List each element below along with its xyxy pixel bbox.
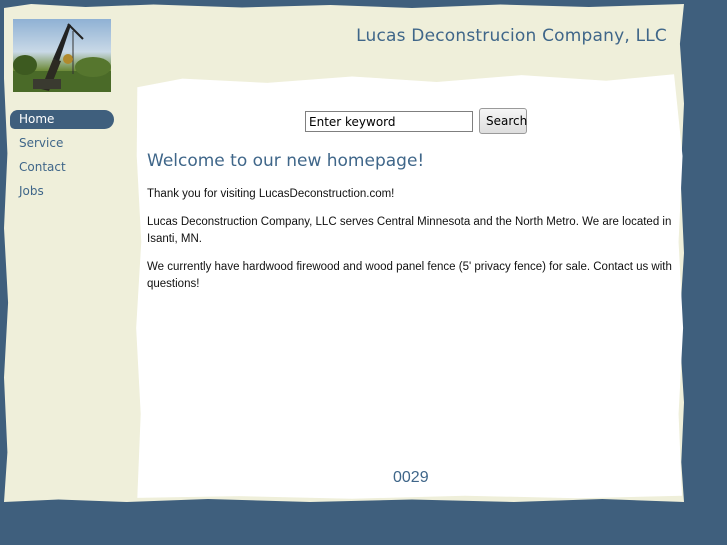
sidebar-nav: Home Service Contact Jobs: [10, 110, 114, 206]
search-input[interactable]: [305, 111, 473, 132]
site-title: Lucas Deconstrucion Company, LLC: [356, 26, 667, 46]
products-paragraph: We currently have hardwood firewood and …: [147, 261, 672, 290]
nav-item-home[interactable]: Home: [10, 110, 114, 129]
service-area-paragraph: Lucas Deconstruction Company, LLC serves…: [147, 216, 672, 245]
search-button[interactable]: Search: [479, 108, 527, 134]
page-heading: Welcome to our new homepage!: [147, 151, 425, 171]
crane-photo-icon: [13, 19, 111, 92]
nav-item-jobs[interactable]: Jobs: [10, 182, 114, 201]
nav-item-contact[interactable]: Contact: [10, 158, 114, 177]
visit-counter: 0029: [393, 469, 429, 486]
welcome-paragraph: Thank you for visiting LucasDeconstructi…: [147, 188, 395, 200]
nav-item-service[interactable]: Service: [10, 134, 114, 153]
